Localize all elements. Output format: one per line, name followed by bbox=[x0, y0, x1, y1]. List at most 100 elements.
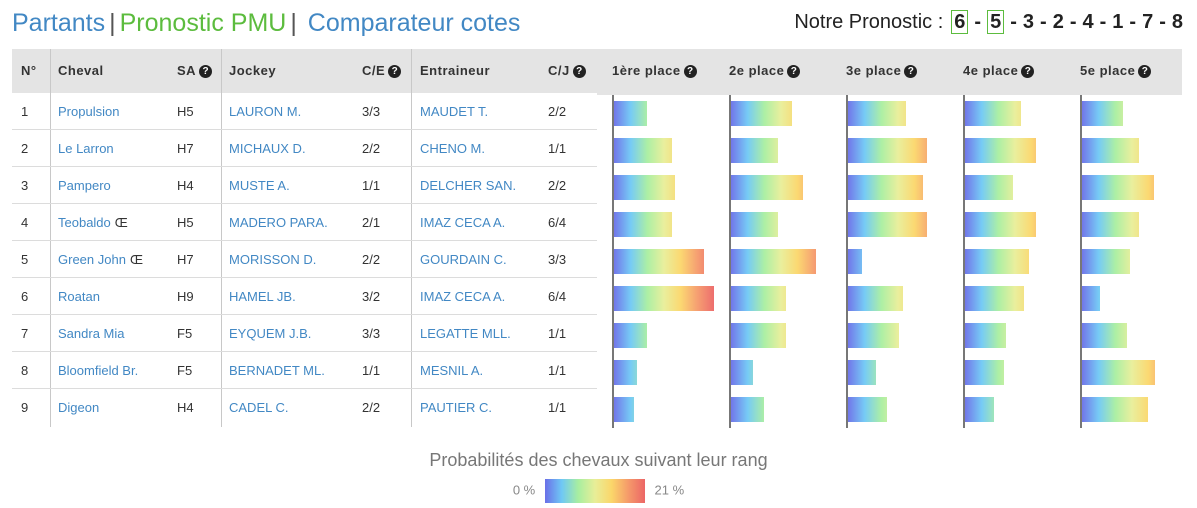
probability-bar bbox=[965, 212, 1036, 237]
horse-name-link[interactable]: Digeon bbox=[58, 389, 99, 426]
header-place-5[interactable]: 5e place? bbox=[1080, 49, 1152, 93]
question-circle-icon[interactable]: ? bbox=[388, 65, 402, 78]
horse-name-link[interactable]: Propulsion bbox=[58, 93, 119, 130]
probability-bar bbox=[731, 175, 803, 200]
probability-bar bbox=[965, 138, 1036, 163]
trainer-link[interactable]: GOURDAIN C. bbox=[420, 241, 507, 278]
header-place-1[interactable]: 1ère place? bbox=[612, 49, 697, 93]
trainer-link[interactable]: CHENO M. bbox=[420, 130, 485, 167]
header-place-label: 4e place bbox=[963, 63, 1019, 78]
horse-name-link[interactable]: Roatan bbox=[58, 278, 100, 315]
question-circle-icon[interactable]: ? bbox=[904, 65, 918, 78]
trainer-link[interactable]: IMAZ CECA A. bbox=[420, 204, 505, 241]
comparateur-cotes-link[interactable]: Comparateur cotes bbox=[308, 9, 521, 37]
horse-name-link[interactable]: Pampero bbox=[58, 167, 111, 204]
trainer-link[interactable]: DELCHER SAN. bbox=[420, 167, 516, 204]
jockey-link[interactable]: MORISSON D. bbox=[229, 241, 316, 278]
probability-bar bbox=[731, 323, 786, 348]
bar-column-1 bbox=[612, 95, 722, 428]
trainer-link[interactable]: IMAZ CECA A. bbox=[420, 278, 505, 315]
trainer-link[interactable]: MESNIL A. bbox=[420, 352, 483, 389]
header-place-2[interactable]: 2e place? bbox=[729, 49, 801, 93]
header-place-4[interactable]: 4e place? bbox=[963, 49, 1035, 93]
probability-bar bbox=[965, 249, 1029, 274]
cj-value: 1/1 bbox=[548, 326, 567, 341]
bar-column-2 bbox=[729, 95, 839, 428]
horse-name-link[interactable]: Green John Œ bbox=[58, 241, 143, 278]
pronostic-separator: - bbox=[974, 10, 982, 33]
probability-bar bbox=[614, 323, 647, 348]
cj-value: 6/4 bbox=[548, 215, 567, 230]
chart-title: Probabilités des chevaux suivant leur ra… bbox=[429, 450, 768, 470]
probability-bar bbox=[965, 286, 1024, 311]
jockey-link[interactable]: HAMEL JB. bbox=[229, 278, 296, 315]
horse-number: 5 bbox=[21, 252, 29, 267]
trainer-link[interactable]: PAUTIER C. bbox=[420, 389, 492, 426]
ce-value: 1/1 bbox=[362, 363, 381, 378]
probability-bar bbox=[614, 360, 637, 385]
partants-link[interactable]: Partants bbox=[12, 9, 105, 37]
header-ce[interactable]: C/E? bbox=[362, 49, 402, 93]
header-sa-label: SA bbox=[177, 63, 197, 78]
jockey-link[interactable]: MICHAUX D. bbox=[229, 130, 306, 167]
header-cheval[interactable]: Cheval bbox=[58, 49, 104, 93]
horse-name-link[interactable]: Sandra Mia bbox=[58, 315, 124, 352]
trainer-link[interactable]: LEGATTE MLL. bbox=[420, 315, 511, 352]
probability-bar bbox=[848, 286, 903, 311]
question-circle-icon[interactable]: ? bbox=[199, 65, 213, 78]
probability-bar bbox=[965, 397, 994, 422]
question-circle-icon[interactable]: ? bbox=[1138, 65, 1152, 78]
probability-bar bbox=[965, 323, 1006, 348]
probability-bar bbox=[848, 138, 927, 163]
header-jockey[interactable]: Jockey bbox=[229, 49, 276, 93]
notre-pronostic: Notre Pronostic : 6-5-3-2-4-1-7-8 bbox=[794, 10, 1183, 34]
chart-header: 1ère place? 2e place? 3e place? 4e place? 5e… bbox=[597, 49, 1182, 95]
ce-value: 1/1 bbox=[362, 178, 381, 193]
probability-bar bbox=[731, 138, 778, 163]
question-circle-icon[interactable]: ? bbox=[1021, 65, 1035, 78]
ce-value: 3/3 bbox=[362, 104, 381, 119]
trainer-link[interactable]: MAUDET T. bbox=[420, 93, 488, 130]
horse-name-link[interactable]: Teobaldo Œ bbox=[58, 204, 128, 241]
probability-bar bbox=[731, 360, 753, 385]
header-place-label: 3e place bbox=[846, 63, 902, 78]
cj-value: 2/2 bbox=[548, 104, 567, 119]
legend-min-label: 0 % bbox=[512, 482, 536, 498]
jockey-link[interactable]: CADEL C. bbox=[229, 389, 288, 426]
probability-bar bbox=[1082, 138, 1139, 163]
probability-bar bbox=[848, 397, 887, 422]
jockey-link[interactable]: BERNADET ML. bbox=[229, 352, 325, 389]
cj-value: 6/4 bbox=[548, 289, 567, 304]
question-circle-icon[interactable]: ? bbox=[787, 65, 801, 78]
header-entraineur[interactable]: Entraineur bbox=[420, 49, 490, 93]
probability-bar bbox=[731, 286, 786, 311]
header-cj[interactable]: C/J? bbox=[548, 49, 586, 93]
probability-bar bbox=[1082, 360, 1155, 385]
sex-age: H7 bbox=[177, 252, 194, 267]
header-entraineur-label: Entraineur bbox=[420, 63, 491, 78]
horse-name-link[interactable]: Le Larron bbox=[58, 130, 114, 167]
jockey-link[interactable]: EYQUEM J.B. bbox=[229, 315, 311, 352]
top-navigation: Partants | Pronostic PMU | Comparateur cote… bbox=[12, 9, 520, 38]
pronostic-pmu-link[interactable]: Pronostic PMU bbox=[120, 9, 287, 37]
pronostic-horse-number: 4 bbox=[1082, 10, 1094, 33]
header-sa[interactable]: SA? bbox=[177, 49, 213, 93]
nav-separator: | bbox=[290, 9, 297, 37]
question-circle-icon[interactable]: ? bbox=[572, 65, 586, 78]
probability-bar bbox=[848, 249, 862, 274]
probability-bar bbox=[848, 175, 923, 200]
header-jockey-label: Jockey bbox=[229, 63, 277, 78]
header-place-3[interactable]: 3e place? bbox=[846, 49, 918, 93]
jockey-link[interactable]: LAURON M. bbox=[229, 93, 301, 130]
header-place-label: 2e place bbox=[729, 63, 785, 78]
bar-column-3 bbox=[846, 95, 956, 428]
probability-bar bbox=[848, 101, 906, 126]
probability-bar bbox=[731, 397, 764, 422]
probability-bar bbox=[1082, 397, 1148, 422]
jockey-link[interactable]: MUSTE A. bbox=[229, 167, 290, 204]
question-circle-icon[interactable]: ? bbox=[683, 65, 697, 78]
jockey-link[interactable]: MADERO PARA. bbox=[229, 204, 328, 241]
horse-name-link[interactable]: Bloomfield Br. bbox=[58, 352, 138, 389]
probability-bar bbox=[965, 101, 1021, 126]
table-row: 2 Le Larron H7 MICHAUX D. 2/2 CHENO M. 1/1 bbox=[12, 130, 597, 167]
